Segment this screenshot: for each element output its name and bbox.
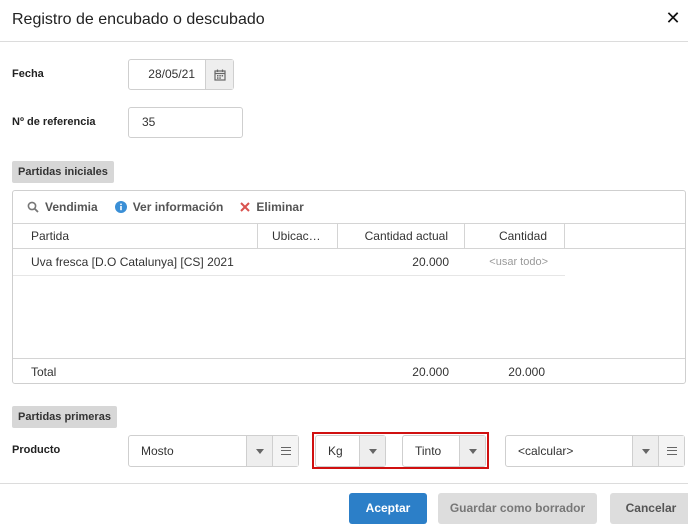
column-header-partida[interactable]: Partida bbox=[13, 224, 258, 248]
eliminar-button[interactable]: Eliminar bbox=[240, 200, 304, 214]
vendimia-button[interactable]: Vendimia bbox=[27, 200, 98, 214]
grid-toolbar: Vendimia Ver información Eliminar bbox=[13, 191, 685, 223]
title-separator bbox=[0, 41, 688, 42]
calcular-placeholder[interactable]: <calcular> bbox=[506, 436, 632, 466]
footer-separator bbox=[0, 483, 688, 484]
partidas-iniciales-grid: Vendimia Ver información Eliminar Partid… bbox=[12, 190, 686, 384]
column-header-cantidad-actual[interactable]: Cantidad actual bbox=[338, 224, 465, 248]
table-row[interactable]: Uva fresca [D.O Catalunya] [CS] 2021 20.… bbox=[13, 249, 565, 276]
eliminar-label: Eliminar bbox=[256, 200, 304, 214]
delete-icon bbox=[240, 202, 251, 212]
aceptar-button[interactable]: Aceptar bbox=[349, 493, 427, 524]
producto-select[interactable]: Mosto bbox=[128, 435, 299, 467]
partidas-iniciales-section: Partidas iniciales bbox=[12, 161, 114, 183]
referencia-input[interactable]: 35 bbox=[128, 107, 243, 138]
highlight-box bbox=[312, 432, 489, 469]
cell-cantidad-actual: 20.000 bbox=[412, 255, 449, 269]
guardar-borrador-button[interactable]: Guardar como borrador bbox=[438, 493, 597, 524]
producto-value[interactable]: Mosto bbox=[129, 436, 246, 466]
total-cantidad: 20.000 bbox=[508, 365, 545, 379]
info-icon bbox=[114, 201, 127, 213]
close-icon[interactable]: ✕ bbox=[662, 6, 684, 30]
menu-icon[interactable] bbox=[658, 436, 684, 466]
ver-informacion-label: Ver información bbox=[132, 200, 224, 214]
cell-partida: Uva fresca [D.O Catalunya] [CS] 2021 bbox=[31, 255, 234, 269]
cancelar-button[interactable]: Cancelar bbox=[610, 493, 688, 524]
producto-label: Producto bbox=[12, 444, 61, 456]
fecha-value[interactable]: 28/05/21 bbox=[129, 60, 205, 89]
column-header-cantidad[interactable]: Cantidad bbox=[465, 224, 565, 248]
total-cantidad-actual: 20.000 bbox=[412, 365, 449, 379]
chevron-down-icon[interactable] bbox=[632, 436, 658, 466]
calcular-select[interactable]: <calcular> bbox=[505, 435, 685, 467]
total-label: Total bbox=[31, 365, 57, 379]
ver-informacion-button[interactable]: Ver información bbox=[114, 200, 224, 214]
fecha-label: Fecha bbox=[12, 68, 44, 80]
chevron-down-icon[interactable] bbox=[246, 436, 272, 466]
dialog-title: Registro de encubado o descubado bbox=[12, 11, 265, 28]
partidas-primeras-section: Partidas primeras bbox=[12, 406, 117, 428]
cell-cantidad[interactable]: <usar todo> bbox=[465, 249, 565, 275]
grid-header: Partida Ubicac… Cantidad actual Cantidad bbox=[13, 223, 685, 249]
calendar-icon[interactable] bbox=[205, 60, 233, 89]
search-icon bbox=[27, 201, 39, 213]
grid-total-row: Total 20.000 20.000 bbox=[13, 358, 685, 384]
cell-ubicacion bbox=[258, 249, 338, 275]
referencia-label: Nº de referencia bbox=[12, 116, 96, 128]
column-header-ubicacion[interactable]: Ubicac… bbox=[258, 224, 338, 248]
fecha-date-field[interactable]: 28/05/21 bbox=[128, 59, 234, 90]
menu-icon[interactable] bbox=[272, 436, 298, 466]
vendimia-label: Vendimia bbox=[45, 200, 98, 214]
